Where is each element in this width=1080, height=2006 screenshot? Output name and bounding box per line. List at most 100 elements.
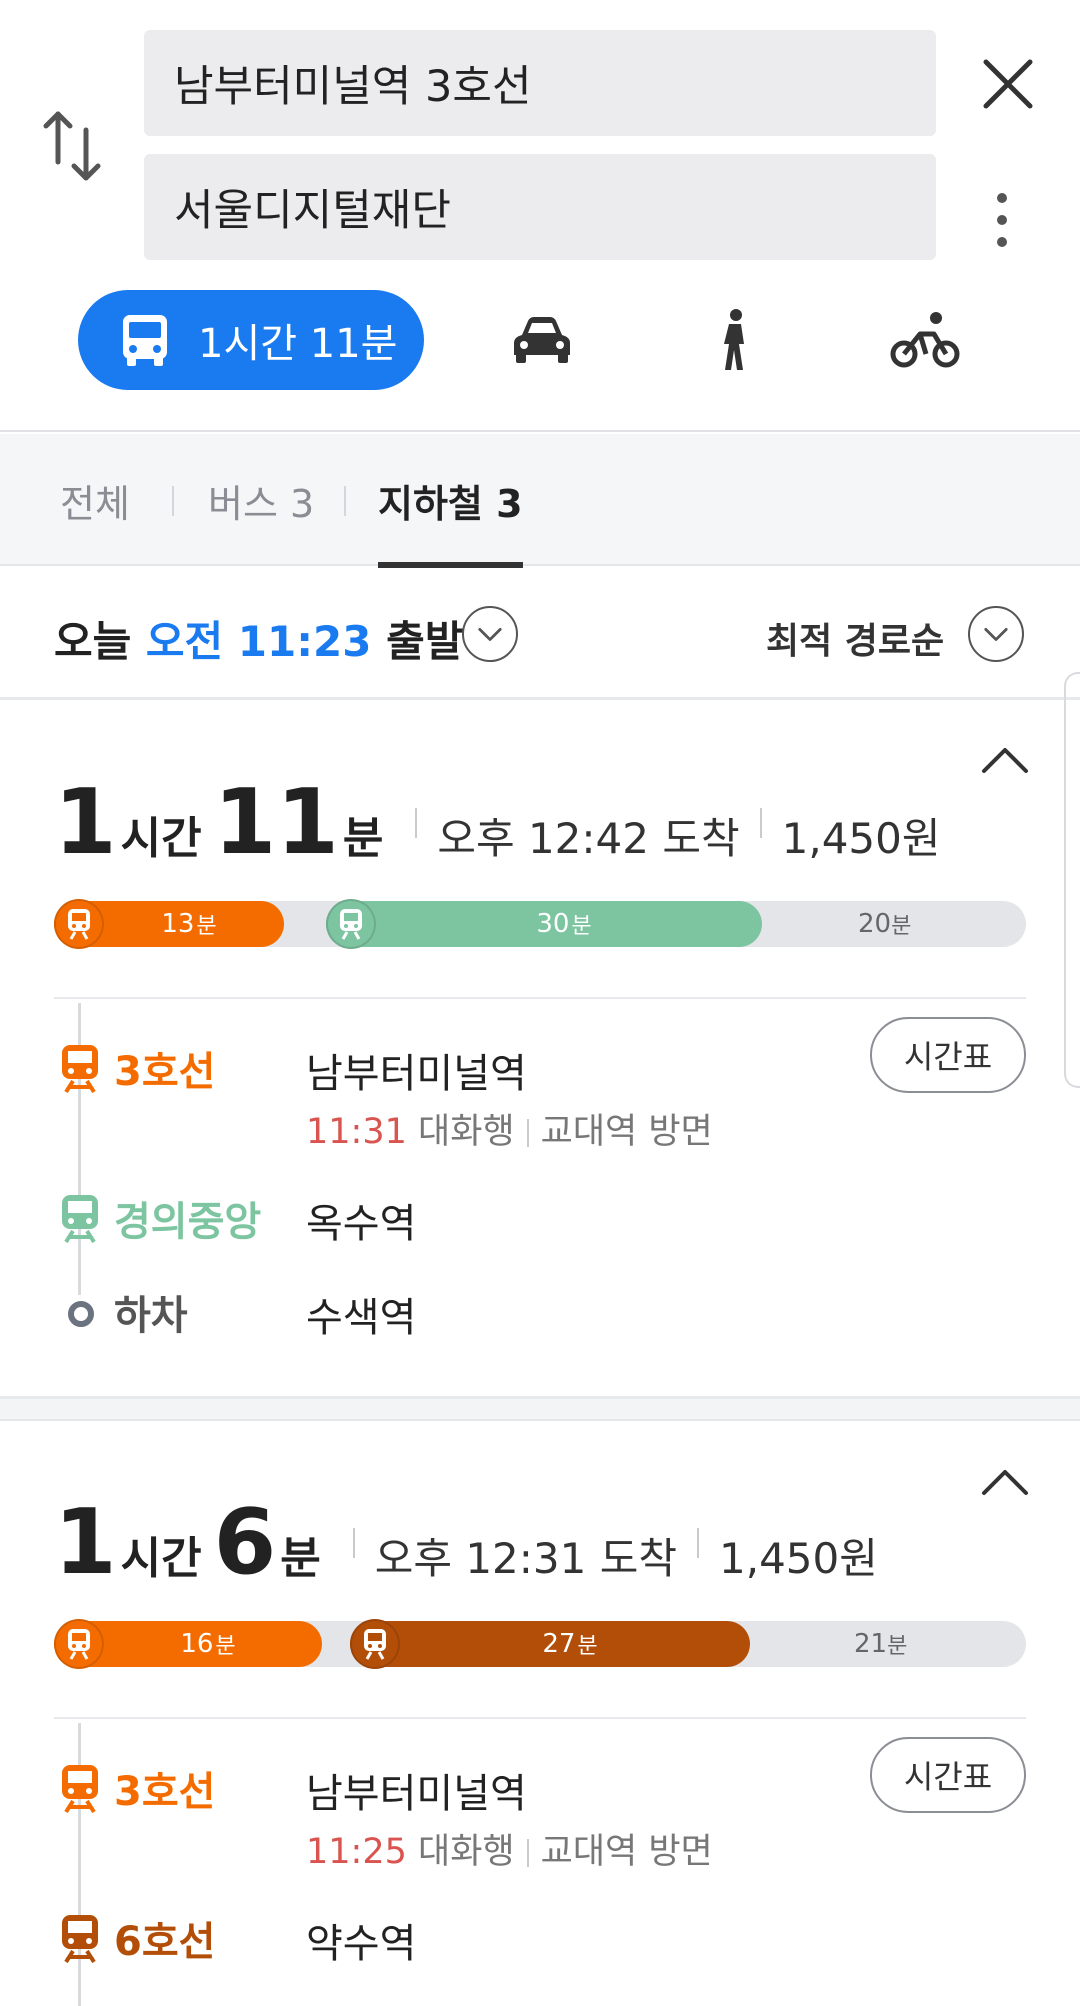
chevron-down-icon[interactable]: [968, 606, 1024, 662]
more-options-icon[interactable]: [990, 190, 1014, 250]
route-card[interactable]: 1 시간 6 분 오후 12:31 도착 1,450원 16 분 27 분 21 분 …: [0, 1423, 1080, 2006]
timetable-button[interactable]: 시간표: [870, 1017, 1026, 1093]
minutes-unit: 분: [342, 813, 384, 864]
segment-walk: 21 분: [854, 1621, 907, 1667]
route-timeline-bar: 13 분 30 분 20 분: [54, 899, 1026, 949]
route-step: 3호선 남부터미널역 11:25 대화행 교대역 방면 시간표: [54, 1737, 1026, 1872]
segment-unit: 분: [891, 914, 912, 939]
subway-icon: [62, 1765, 98, 1813]
transit-duration-label: 1시간 11분: [198, 321, 398, 367]
bus-icon: [123, 315, 167, 366]
line-name: 6호선: [114, 1919, 216, 1965]
sort-order-label[interactable]: 최적 경로순: [766, 612, 944, 664]
departure-suffix: 출발: [386, 617, 464, 666]
segment-line6: 27 분: [350, 1621, 750, 1667]
card-separator: [0, 1399, 1080, 1421]
separator: [415, 807, 418, 838]
route-summary: 1 시간 6 분 오후 12:31 도착 1,450원: [54, 1490, 878, 1595]
divider: [54, 1717, 1026, 1719]
segment-minutes: 27: [542, 1629, 576, 1659]
station-name: 남부터미널역: [306, 1771, 527, 1817]
bike-icon: [890, 312, 960, 368]
chevron-up-icon[interactable]: [980, 745, 1030, 775]
line-name: 3호선: [114, 1769, 216, 1815]
departure-time-selector[interactable]: 오늘 오전 11:23 출발: [54, 608, 463, 669]
tab-divider: [172, 486, 174, 516]
subway-icon: [326, 899, 376, 949]
subway-icon: [62, 1195, 98, 1243]
line-name: 경의중앙: [114, 1199, 262, 1245]
segment-minutes: 13: [161, 909, 195, 939]
platform-direction: 교대역 방면: [540, 1112, 713, 1152]
separator: [697, 1527, 700, 1558]
arrival-time: 11:25: [306, 1832, 407, 1872]
duration-hours: 1: [54, 770, 117, 875]
route-card[interactable]: 1 시간 11 분 오후 12:42 도착 1,450원 13 분 30 분 20 분…: [0, 703, 1080, 1399]
destination-input[interactable]: 서울디지털재단: [144, 154, 936, 260]
subway-icon: [62, 1915, 98, 1963]
arrival-time: 11:31: [306, 1112, 407, 1152]
subway-icon: [350, 1619, 400, 1669]
travel-mode-selector: 1시간 11분: [0, 290, 1080, 390]
tab-all[interactable]: 전체: [60, 434, 130, 566]
minutes-unit: 분: [280, 1533, 321, 1584]
station-name: 약수역: [306, 1921, 417, 1967]
train-direction: 대화행: [418, 1112, 515, 1152]
departure-time: 오전 11:23: [145, 617, 372, 666]
origin-input[interactable]: 남부터미널역 3호선: [144, 30, 936, 136]
tab-divider: [344, 486, 346, 516]
walk-mode-button[interactable]: [712, 306, 756, 374]
route-filter-tabs: 전체 버스 3 지하철 3: [0, 434, 1080, 568]
hours-unit: 시간: [120, 1533, 202, 1584]
car-mode-button[interactable]: [510, 306, 574, 374]
segment-unit: 분: [577, 1634, 598, 1659]
separator: [526, 1119, 529, 1147]
close-icon[interactable]: [980, 56, 1036, 112]
divider: [54, 997, 1026, 999]
segment-minutes: 20: [858, 909, 892, 939]
chevron-up-icon[interactable]: [980, 1467, 1030, 1497]
segment-minutes: 16: [180, 1629, 214, 1659]
subway-icon: [54, 899, 104, 949]
train-info: 11:31 대화행 교대역 방면: [306, 1103, 713, 1154]
station-name: 옥수역: [306, 1201, 417, 1247]
train-direction: 대화행: [418, 1832, 515, 1872]
station-name: 남부터미널역: [306, 1051, 527, 1097]
fare: 1,450원: [719, 1534, 878, 1583]
platform-direction: 교대역 방면: [540, 1832, 713, 1872]
scroll-handle[interactable]: [1064, 672, 1080, 1088]
departure-day: 오늘: [54, 617, 132, 666]
walk-icon: [724, 309, 744, 370]
departure-options: 오늘 오전 11:23 출발 최적 경로순: [0, 568, 1080, 700]
duration-hours: 1: [54, 1490, 117, 1595]
duration-minutes: 6: [213, 1490, 277, 1595]
swap-icon[interactable]: [40, 108, 104, 184]
segment-minutes: 21: [854, 1629, 888, 1659]
car-icon: [514, 317, 570, 363]
separator: [759, 807, 762, 838]
segment-minutes: 30: [536, 909, 570, 939]
route-timeline-bar: 16 분 27 분 21 분: [54, 1619, 1026, 1669]
segment-unit: 분: [887, 1634, 908, 1659]
timetable-button[interactable]: 시간표: [870, 1737, 1026, 1813]
segment-gyeongui: 30 분: [326, 901, 762, 947]
fare: 1,450원: [781, 814, 941, 863]
route-step: 하차 수색역: [54, 1281, 1026, 1341]
separator: [352, 1527, 355, 1558]
duration-minutes: 11: [213, 770, 339, 875]
arrival-time: 오후 12:31 도착: [374, 1534, 678, 1583]
train-info: 11:25 대화행 교대역 방면: [306, 1823, 713, 1874]
subway-icon: [54, 1619, 104, 1669]
segment-unit: 분: [215, 1634, 236, 1659]
chevron-down-icon[interactable]: [462, 606, 518, 662]
route-search-header: 남부터미널역 3호선 서울디지털재단 1시간 11분: [0, 0, 1080, 432]
segment-walk: 20 분: [858, 901, 911, 947]
transit-mode-button[interactable]: 1시간 11분: [78, 290, 424, 390]
bike-mode-button[interactable]: [890, 306, 960, 374]
separator: [526, 1839, 529, 1867]
arrival-time: 오후 12:42 도착: [437, 814, 740, 863]
tab-subway[interactable]: 지하철 3: [378, 434, 523, 568]
route-step: 경의중앙 옥수역: [54, 1187, 1026, 1247]
route-step: 3호선 남부터미널역 11:31 대화행 교대역 방면 시간표: [54, 1017, 1026, 1152]
tab-bus[interactable]: 버스 3: [208, 434, 314, 566]
